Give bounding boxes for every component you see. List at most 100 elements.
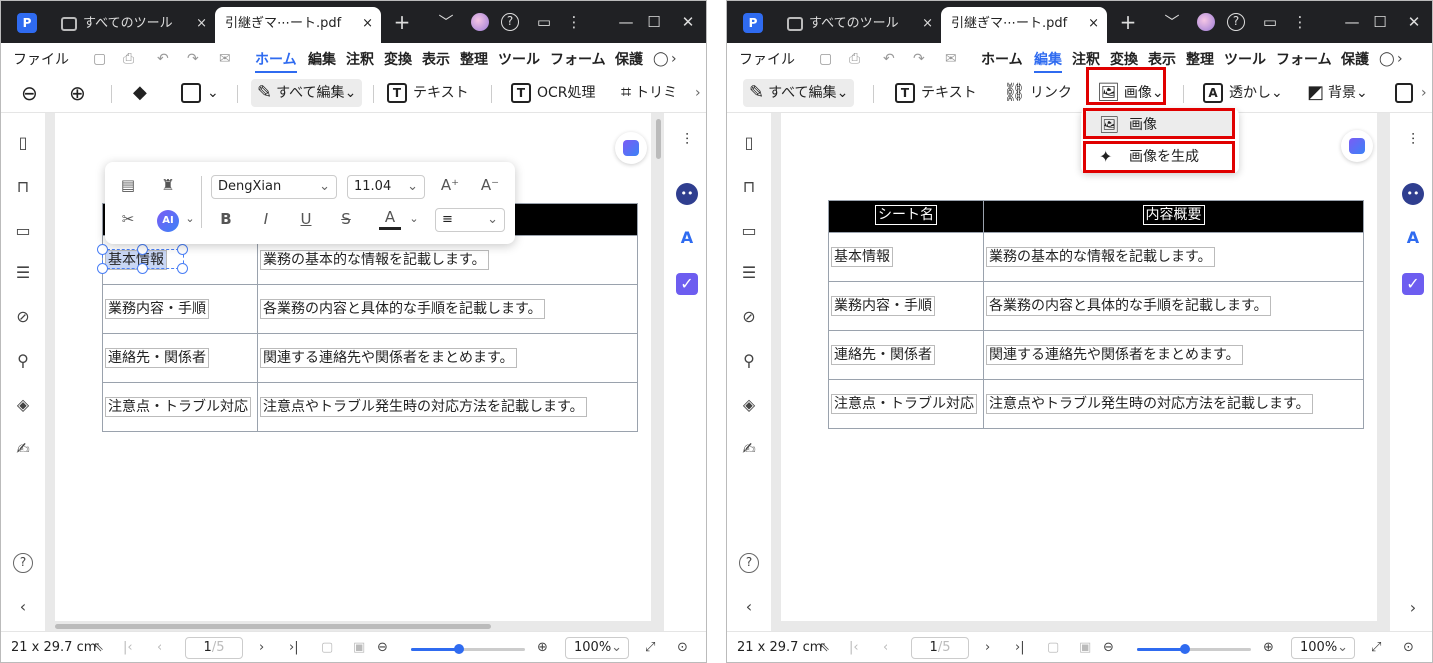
menu-organize[interactable]: 整理 bbox=[1186, 49, 1214, 69]
ai-assist-icon[interactable]: AI bbox=[157, 210, 179, 232]
help-icon[interactable]: ? bbox=[1227, 13, 1245, 31]
table-cell[interactable]: 関連する連絡先や関係者をまとめます。 bbox=[983, 330, 1364, 380]
zoom-slider-knob[interactable] bbox=[453, 644, 464, 654]
more-tools-icon[interactable] bbox=[1395, 79, 1419, 107]
table-cell[interactable]: 各業務の内容と具体的な手順を記載します。 bbox=[983, 281, 1364, 331]
layers-icon[interactable]: ☰ bbox=[739, 263, 759, 282]
scroll-mode-icon[interactable]: ⊙ bbox=[677, 640, 688, 655]
tab-list-icon[interactable]: ﹀ bbox=[435, 12, 457, 32]
table-cell[interactable]: 注意点・トラブル対応 bbox=[102, 382, 258, 432]
zoom-out-icon[interactable]: ⊖ bbox=[1103, 640, 1114, 655]
avatar[interactable] bbox=[1197, 13, 1215, 31]
last-page-icon[interactable]: ›| bbox=[289, 640, 299, 655]
decrease-font-icon[interactable]: A⁻ bbox=[479, 176, 501, 194]
toolbar-more-icon[interactable]: › bbox=[1421, 79, 1427, 107]
menu-protect[interactable]: 保護 bbox=[1341, 49, 1369, 69]
crop-button[interactable]: ⌗ トリミ bbox=[621, 79, 677, 107]
resize-handle[interactable] bbox=[177, 244, 188, 255]
menu-organize[interactable]: 整理 bbox=[460, 49, 488, 69]
new-tab-button[interactable]: + bbox=[1117, 12, 1139, 32]
zoom-slider[interactable] bbox=[1137, 644, 1251, 654]
horizontal-scrollbar[interactable] bbox=[55, 624, 491, 629]
collapse-left-icon[interactable]: ‹ bbox=[739, 597, 759, 616]
next-page-icon[interactable]: › bbox=[985, 640, 990, 655]
fullscreen-icon[interactable]: ⤢ bbox=[645, 640, 655, 655]
table-cell[interactable]: 各業務の内容と具体的な手順を記載します。 bbox=[257, 284, 638, 334]
check-icon[interactable]: ✓ bbox=[676, 273, 698, 295]
font-color-icon[interactable]: A bbox=[379, 208, 401, 230]
format-painter-icon[interactable]: ♜ bbox=[157, 176, 179, 194]
more-icon[interactable]: ⋮ bbox=[563, 12, 585, 32]
close-icon[interactable]: ✕ bbox=[677, 12, 699, 32]
mail-icon[interactable]: ✉ bbox=[945, 51, 957, 67]
save-icon[interactable]: ▢ bbox=[819, 51, 832, 67]
shape-tool[interactable]: ⌄ bbox=[181, 79, 219, 107]
zoom-out-icon[interactable]: ⊖ bbox=[21, 79, 38, 107]
resize-handle[interactable] bbox=[97, 244, 108, 255]
menu-convert[interactable]: 変換 bbox=[384, 49, 412, 69]
menu-tools[interactable]: ツール bbox=[1224, 49, 1266, 69]
avatar[interactable] bbox=[471, 13, 489, 31]
menu-edit[interactable]: 編集 bbox=[308, 49, 336, 69]
menu-home[interactable]: ホーム bbox=[981, 49, 1023, 69]
ai-float-button[interactable] bbox=[1341, 130, 1373, 162]
resize-handle[interactable] bbox=[137, 244, 148, 255]
assistant-icon[interactable]: •• bbox=[1402, 183, 1424, 205]
menu-edit[interactable]: 編集 bbox=[1034, 49, 1062, 73]
collapse-right-icon[interactable]: › bbox=[1402, 597, 1424, 619]
search-icon[interactable]: ◯ bbox=[1379, 51, 1395, 67]
bookmark-icon[interactable]: ⊓ bbox=[739, 177, 759, 196]
menu-view[interactable]: 表示 bbox=[1148, 49, 1176, 69]
table-cell[interactable]: 注意点やトラブル発生時の対応方法を記載します。 bbox=[257, 382, 638, 432]
menu-form[interactable]: フォーム bbox=[1276, 49, 1332, 69]
bold-icon[interactable]: B bbox=[215, 210, 237, 228]
signature-icon[interactable]: ✍ bbox=[13, 439, 33, 458]
menu-tools[interactable]: ツール bbox=[498, 49, 540, 69]
zoom-in-icon[interactable]: ⊕ bbox=[1263, 640, 1274, 655]
tab-document[interactable]: 引継ぎマ⋯ート.pdf × bbox=[215, 7, 381, 43]
edit-all-button[interactable]: ✎ すべて編集⌄ bbox=[251, 79, 363, 107]
tab-list-icon[interactable]: ﹀ bbox=[1161, 12, 1183, 32]
menu-file[interactable]: ファイル bbox=[13, 49, 69, 69]
comment-icon[interactable]: ▭ bbox=[739, 221, 759, 240]
print-icon[interactable]: ⎙ bbox=[849, 51, 860, 67]
mail-icon[interactable]: ✉ bbox=[219, 51, 231, 67]
menu-protect[interactable]: 保護 bbox=[615, 49, 643, 69]
tab-all-tools[interactable]: すべてのツール × bbox=[779, 7, 941, 43]
comment-icon[interactable]: ▭ bbox=[13, 221, 33, 240]
maximize-icon[interactable]: ☐ bbox=[643, 12, 665, 32]
menu-file[interactable]: ファイル bbox=[739, 49, 795, 69]
zoom-slider[interactable] bbox=[411, 644, 525, 654]
zoom-slider-knob[interactable] bbox=[1179, 644, 1190, 654]
table-cell[interactable]: 業務内容・手順 bbox=[102, 284, 258, 334]
alignment-select[interactable]: ≡ ⌄ bbox=[435, 208, 505, 232]
attachment-icon[interactable]: ⊘ bbox=[13, 307, 33, 326]
cut-icon[interactable]: ✂ bbox=[117, 210, 139, 228]
print-icon[interactable]: ⎙ bbox=[123, 51, 134, 67]
chevron-right-icon[interactable]: › bbox=[1397, 51, 1403, 67]
feedback-icon[interactable]: ▭ bbox=[1259, 12, 1281, 32]
italic-icon[interactable]: I bbox=[255, 210, 277, 228]
table-cell[interactable]: 関連する連絡先や関係者をまとめます。 bbox=[257, 333, 638, 383]
table-cell[interactable]: 業務の基本的な情報を記載します。 bbox=[983, 232, 1364, 282]
zoom-out-icon[interactable]: ⊖ bbox=[377, 640, 388, 655]
chevron-right-icon[interactable]: › bbox=[671, 51, 677, 67]
menu-home[interactable]: ホーム bbox=[255, 49, 297, 73]
table-cell[interactable]: 注意点やトラブル発生時の対応方法を記載します。 bbox=[983, 379, 1364, 429]
select-cursor-icon[interactable]: ⇖ bbox=[819, 640, 830, 655]
save-icon[interactable]: ▢ bbox=[93, 51, 106, 67]
page-number-field[interactable]: 1/5 bbox=[185, 637, 243, 659]
font-family-select[interactable]: DengXian ⌄ bbox=[211, 175, 337, 199]
page-icon[interactable]: ▯ bbox=[739, 133, 759, 152]
settings-sliders-icon[interactable]: ⫶ bbox=[676, 129, 698, 151]
close-icon[interactable]: ✕ bbox=[1403, 12, 1425, 32]
new-tab-button[interactable]: + bbox=[391, 12, 413, 32]
help-icon[interactable]: ? bbox=[739, 553, 759, 573]
zoom-in-icon[interactable]: ⊕ bbox=[69, 79, 86, 107]
menu-convert[interactable]: 変換 bbox=[1110, 49, 1138, 69]
resize-handle[interactable] bbox=[137, 263, 148, 274]
fit-page-icon[interactable]: ▢ bbox=[1047, 640, 1059, 655]
eraser-icon[interactable]: ◆ bbox=[133, 79, 147, 107]
scroll-mode-icon[interactable]: ⊙ bbox=[1403, 640, 1414, 655]
resize-handle[interactable] bbox=[177, 263, 188, 274]
